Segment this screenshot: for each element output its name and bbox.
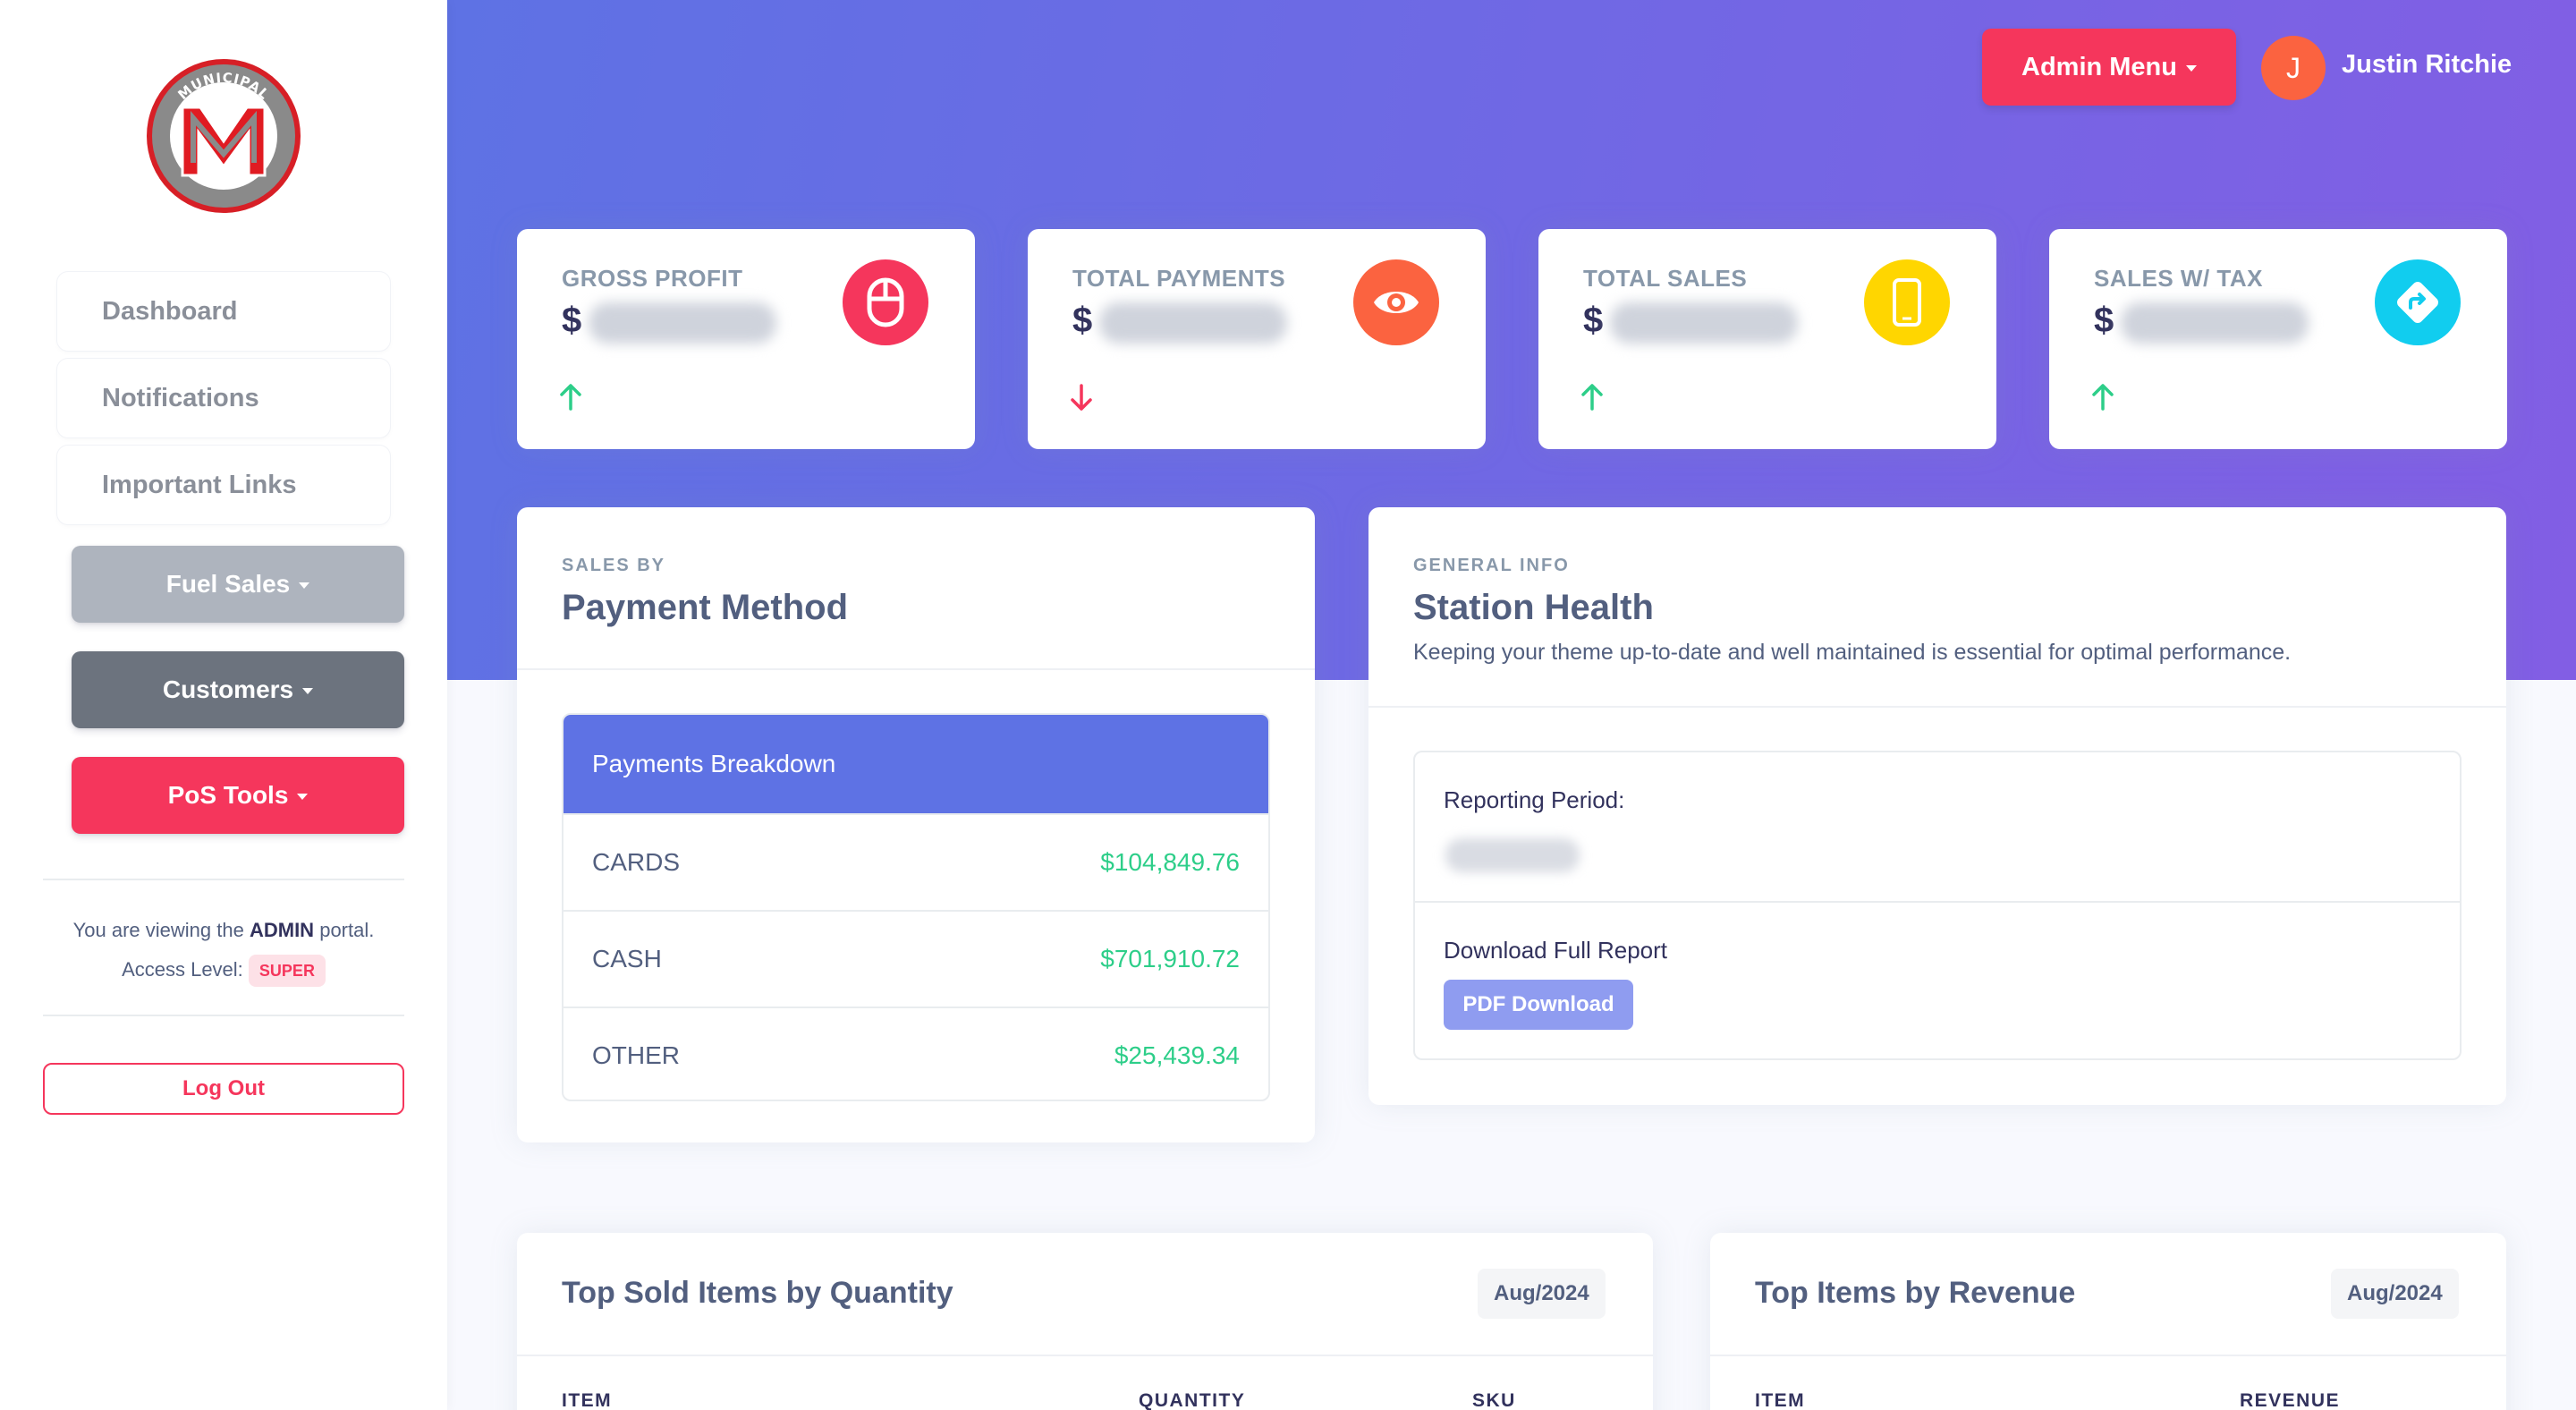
stat-title: GROSS PROFIT <box>562 265 743 292</box>
list-item: CASH $701,910.72 <box>564 910 1268 1007</box>
panel-divider <box>1368 706 2506 708</box>
sidebar-item-label: Important Links <box>102 470 297 499</box>
sidebar-item-important-links[interactable]: Important Links <box>57 446 390 524</box>
mobile-icon <box>1864 259 1950 345</box>
caret-down-icon <box>299 582 310 589</box>
admin-menu-button[interactable]: Admin Menu <box>1982 29 2236 106</box>
stat-card-total-sales: TOTAL SALES $ <box>1538 229 1996 449</box>
arrow-down-icon <box>1069 383 1094 416</box>
stat-currency: $ <box>562 301 582 340</box>
station-health-details: Reporting Period: Download Full Report P… <box>1413 751 2462 1060</box>
column-header-sku[interactable]: SKU <box>1472 1390 1516 1410</box>
panel-subtitle: Keeping your theme up-to-date and well m… <box>1413 640 2292 665</box>
panel-eyebrow: SALES BY <box>562 556 666 575</box>
stat-value-redacted <box>2121 302 2309 344</box>
mouse-icon <box>843 259 928 345</box>
portal-suffix-text: portal. <box>319 919 375 941</box>
stat-currency: $ <box>2094 301 2114 340</box>
sidebar-item-label: Notifications <box>102 383 259 412</box>
stat-card-total-payments: TOTAL PAYMENTS $ <box>1028 229 1486 449</box>
sidebar-item-label: Dashboard <box>102 296 238 326</box>
reporting-period-redacted <box>1445 838 1580 872</box>
stat-currency: $ <box>1072 301 1093 340</box>
stat-value-redacted <box>1099 302 1287 344</box>
customers-label: Customers <box>162 675 294 703</box>
customers-dropdown-button[interactable]: Customers <box>72 651 404 728</box>
fuel-sales-label: Fuel Sales <box>165 570 291 598</box>
sidebar-divider <box>43 879 404 880</box>
arrow-up-icon <box>2090 383 2115 416</box>
list-item: CARDS $104,849.76 <box>564 813 1268 910</box>
portal-name: ADMIN <box>249 919 315 941</box>
panel-eyebrow: GENERAL INFO <box>1413 556 1570 575</box>
download-report-label: Download Full Report <box>1444 937 1668 964</box>
app-root: MUNICIPAL MOTORS Dashboard Notifications… <box>0 0 2576 1410</box>
share-arrow-icon <box>2375 259 2461 345</box>
panel-divider <box>517 668 1315 670</box>
pos-tools-label: PoS Tools <box>167 781 289 809</box>
payment-type-label: OTHER <box>592 1041 680 1069</box>
table-divider <box>517 1355 1653 1356</box>
pdf-download-button[interactable]: PDF Download <box>1444 980 1633 1030</box>
payment-amount: $104,849.76 <box>1100 848 1240 876</box>
logout-button[interactable]: Log Out <box>43 1063 404 1115</box>
stat-title: SALES W/ TAX <box>2094 265 2263 292</box>
admin-menu-label: Admin Menu <box>2021 52 2177 81</box>
portal-prefix-text: You are viewing the <box>72 919 244 941</box>
caret-down-icon <box>302 688 314 694</box>
caret-down-icon <box>2186 65 2197 72</box>
month-badge[interactable]: Aug/2024 <box>2331 1269 2459 1319</box>
payment-type-label: CARDS <box>592 848 681 876</box>
stat-title: TOTAL SALES <box>1583 265 1748 292</box>
payments-breakdown-header: Payments Breakdown <box>564 715 1268 813</box>
sidebar-item-dashboard[interactable]: Dashboard <box>57 272 390 351</box>
column-header-item[interactable]: ITEM <box>1755 1390 1805 1410</box>
fuel-sales-dropdown-button[interactable]: Fuel Sales <box>72 546 404 623</box>
details-divider <box>1415 901 2460 903</box>
column-header-revenue[interactable]: REVENUE <box>2240 1390 2340 1410</box>
user-name[interactable]: Justin Ritchie <box>2342 50 2512 80</box>
panel-title: Payment Method <box>562 588 849 627</box>
list-item: OTHER $25,439.34 <box>564 1007 1268 1100</box>
payment-amount: $701,910.72 <box>1100 945 1240 973</box>
month-badge[interactable]: Aug/2024 <box>1478 1269 1606 1319</box>
sidebar-divider <box>43 1015 404 1016</box>
portal-info: You are viewing the ADMIN portal. Access… <box>27 911 420 990</box>
reporting-period-label: Reporting Period: <box>1444 786 1625 813</box>
column-header-item[interactable]: ITEM <box>562 1390 612 1410</box>
payment-method-panel: SALES BY Payment Method Payments Breakdo… <box>517 507 1315 1142</box>
payment-type-label: CASH <box>592 945 662 973</box>
caret-down-icon <box>297 794 309 800</box>
payment-amount: $25,439.34 <box>1114 1041 1240 1069</box>
payments-breakdown-list: Payments Breakdown CARDS $104,849.76 CAS… <box>562 713 1270 1101</box>
sidebar-item-notifications[interactable]: Notifications <box>57 359 390 437</box>
table-divider <box>1710 1355 2506 1356</box>
municipal-motors-logo[interactable]: MUNICIPAL MOTORS <box>143 55 304 217</box>
pos-tools-dropdown-button[interactable]: PoS Tools <box>72 757 404 834</box>
arrow-up-icon <box>558 383 583 416</box>
panel-title: Station Health <box>1413 588 1654 627</box>
access-level-badge: SUPER <box>248 955 326 988</box>
stat-title: TOTAL PAYMENTS <box>1072 265 1286 292</box>
stat-card-sales-with-tax: SALES W/ TAX $ <box>2049 229 2507 449</box>
panel-title: Top Items by Revenue <box>1755 1276 2076 1310</box>
station-health-panel: GENERAL INFO Station Health Keeping your… <box>1368 507 2506 1105</box>
stat-card-gross-profit: GROSS PROFIT $ <box>517 229 975 449</box>
stat-currency: $ <box>1583 301 1604 340</box>
eye-icon <box>1353 259 1439 345</box>
avatar[interactable]: J <box>2261 36 2326 100</box>
arrow-up-icon <box>1580 383 1605 416</box>
top-items-revenue-panel: Top Items by Revenue Aug/2024 ITEM REVEN… <box>1710 1233 2506 1410</box>
top-sold-items-panel: Top Sold Items by Quantity Aug/2024 ITEM… <box>517 1233 1653 1410</box>
sidebar: MUNICIPAL MOTORS Dashboard Notifications… <box>0 0 447 1410</box>
stat-value-redacted <box>1610 302 1798 344</box>
access-level-label: Access Level: <box>122 958 243 981</box>
stat-value-redacted <box>589 302 776 344</box>
column-header-quantity[interactable]: QUANTITY <box>1139 1390 1245 1410</box>
panel-title: Top Sold Items by Quantity <box>562 1276 953 1310</box>
